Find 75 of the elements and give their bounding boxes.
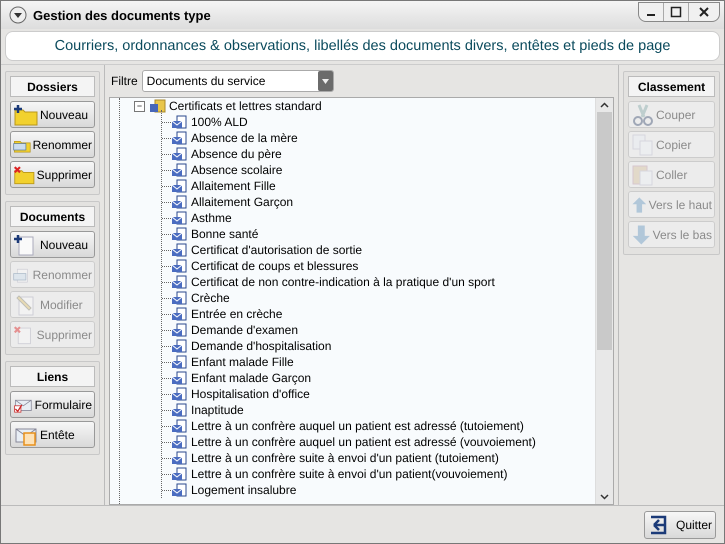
tree-item[interactable]: Allaitement Garçon <box>191 195 294 209</box>
tree-item[interactable]: Certificat de non contre-indication à la pratique d'un sport <box>191 275 495 289</box>
document-icon <box>171 211 187 225</box>
tree-item[interactable]: Inaptitude <box>191 403 244 417</box>
tree-item[interactable]: Certificat de coups et blessures <box>191 259 358 273</box>
tree-item[interactable]: Absence scolaire <box>191 163 282 177</box>
tree-item[interactable]: Certificat d'autorisation de sortie <box>191 243 362 257</box>
document-icon <box>171 483 187 497</box>
document-icon <box>171 131 187 145</box>
folder-cross-icon <box>13 164 36 186</box>
tree-item[interactable]: 100% ALD <box>191 115 248 129</box>
document-icon <box>171 147 187 161</box>
document-icon <box>171 275 187 289</box>
group-title: Classement <box>628 76 715 97</box>
scrollbar[interactable] <box>595 98 613 504</box>
tree-item[interactable]: Lettre à un confrère auquel un patient est adressé (tutoiement) <box>191 419 524 433</box>
document-icon <box>171 195 187 209</box>
tree-item[interactable]: Hospitalisation d'office <box>191 387 310 401</box>
tree-item[interactable]: Logement insalubre <box>191 483 296 497</box>
tree-item[interactable]: Absence de la mère <box>191 131 298 145</box>
document-icon <box>171 419 187 433</box>
document-icon <box>171 227 187 241</box>
document-icon <box>171 387 187 401</box>
dropdown-caret-icon <box>318 71 333 91</box>
quit-button[interactable]: Quitter <box>644 510 716 538</box>
action-button[interactable]: Entête <box>10 421 95 448</box>
document-icon <box>171 403 187 417</box>
document-icon <box>171 259 187 273</box>
tree-item[interactable]: Enfant malade Fille <box>191 355 294 369</box>
menu-caret-icon[interactable] <box>9 6 27 24</box>
copy-icon <box>631 132 655 156</box>
document-icon <box>171 323 187 337</box>
folder-plus-icon <box>13 104 39 126</box>
tree-item[interactable]: Enfant malade Garçon <box>191 371 312 385</box>
document-icon <box>171 307 187 321</box>
document-icon <box>171 371 187 385</box>
document-icon <box>171 435 187 449</box>
filter-dropdown[interactable]: Documents du service <box>142 70 334 92</box>
folder-icon <box>149 99 167 113</box>
tree-item[interactable]: Lettre à un confrère suite à envoi d'un patient (tutoiement) <box>191 451 499 465</box>
window-title: Gestion des documents type <box>33 8 212 22</box>
tree-item[interactable]: Absence du père <box>191 147 282 161</box>
arrow-down-icon <box>631 222 652 246</box>
action-button[interactable]: Nouveau <box>10 231 95 258</box>
tree-folder[interactable]: Certificats et lettres standard <box>169 99 322 113</box>
header-banner: Courriers, ordonnances & observations, libellés des documents divers, entêtes et pieds de page <box>5 31 720 61</box>
clipboard-icon <box>631 162 655 186</box>
tree-item[interactable]: Allaitement Fille <box>191 179 276 193</box>
document-icon <box>171 179 187 193</box>
group-title: Liens <box>10 366 95 387</box>
tree-item[interactable]: Entrée en crèche <box>191 307 282 321</box>
tree-item[interactable]: Demande d'hospitalisation <box>191 339 332 353</box>
tree-item[interactable]: Lettre à un confrère auquel un patient est adressé (vouvoiement) <box>191 435 536 449</box>
document-icon <box>171 339 187 353</box>
document-icon <box>171 163 187 177</box>
scissors-icon <box>631 102 655 126</box>
action-button[interactable]: Supprimer <box>10 161 95 188</box>
document-icon <box>171 355 187 369</box>
tree-item[interactable]: Asthme <box>191 211 232 225</box>
document-icon <box>171 467 187 481</box>
document-icon <box>171 115 187 129</box>
tree-item[interactable]: Lettre à un confrère suite à envoi d'un patient(vouvoiement) <box>191 467 508 481</box>
filter-label: Filtre <box>111 74 138 88</box>
action-button[interactable]: Renommer <box>10 131 95 158</box>
action-button[interactable]: Formulaire <box>10 391 95 418</box>
tree-item[interactable]: Crèche <box>191 291 230 305</box>
document-icon <box>171 291 187 305</box>
tree-item[interactable]: Bonne santé <box>191 227 258 241</box>
document-icon <box>171 451 187 465</box>
tree-item[interactable]: Demande d'examen <box>191 323 298 337</box>
collapse-toggle[interactable]: − <box>134 100 145 112</box>
group-title: Dossiers <box>10 76 95 97</box>
group-title: Documents <box>10 206 95 227</box>
document-icon <box>171 243 187 257</box>
action-button[interactable]: Nouveau <box>10 101 95 128</box>
